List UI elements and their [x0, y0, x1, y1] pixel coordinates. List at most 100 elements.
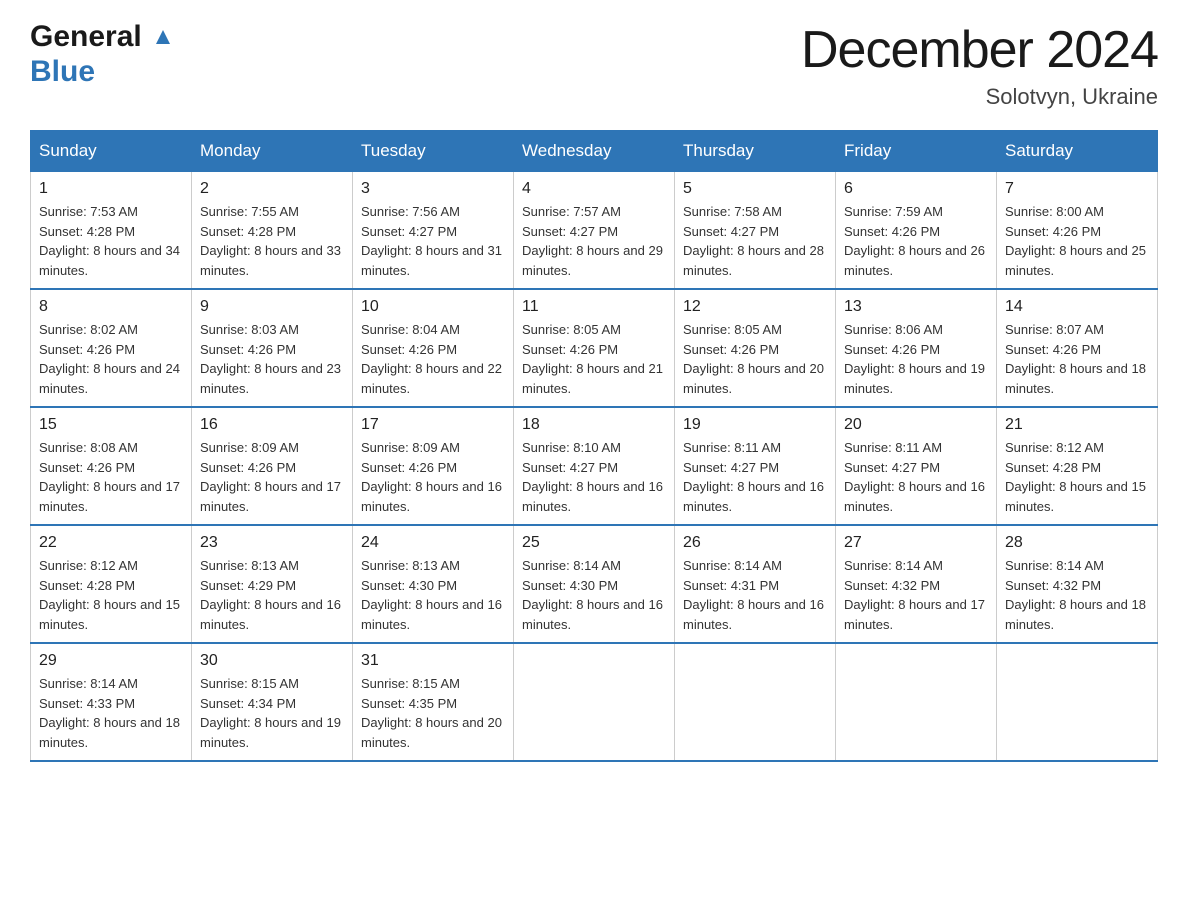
day-info: Sunrise: 7:53 AMSunset: 4:28 PMDaylight:…: [39, 204, 180, 278]
day-number: 18: [522, 416, 666, 434]
calendar-body: 1 Sunrise: 7:53 AMSunset: 4:28 PMDayligh…: [31, 172, 1158, 762]
day-number: 19: [683, 416, 827, 434]
day-number: 24: [361, 534, 505, 552]
calendar-cell: 16 Sunrise: 8:09 AMSunset: 4:26 PMDaylig…: [192, 407, 353, 525]
day-info: Sunrise: 8:14 AMSunset: 4:31 PMDaylight:…: [683, 558, 824, 632]
day-number: 6: [844, 180, 988, 198]
calendar-cell: 3 Sunrise: 7:56 AMSunset: 4:27 PMDayligh…: [353, 172, 514, 290]
day-number: 29: [39, 652, 183, 670]
page-header: General Blue December 2024 Solotvyn, Ukr…: [30, 20, 1158, 110]
day-info: Sunrise: 7:59 AMSunset: 4:26 PMDaylight:…: [844, 204, 985, 278]
calendar-cell: 26 Sunrise: 8:14 AMSunset: 4:31 PMDaylig…: [675, 525, 836, 643]
weekday-sunday: Sunday: [31, 131, 192, 172]
weekday-saturday: Saturday: [997, 131, 1158, 172]
logo-general-text: General: [30, 20, 174, 55]
calendar-cell: 13 Sunrise: 8:06 AMSunset: 4:26 PMDaylig…: [836, 289, 997, 407]
day-number: 4: [522, 180, 666, 198]
calendar-cell: 20 Sunrise: 8:11 AMSunset: 4:27 PMDaylig…: [836, 407, 997, 525]
day-info: Sunrise: 8:05 AMSunset: 4:26 PMDaylight:…: [683, 322, 824, 396]
day-info: Sunrise: 8:15 AMSunset: 4:34 PMDaylight:…: [200, 676, 341, 750]
day-info: Sunrise: 8:12 AMSunset: 4:28 PMDaylight:…: [1005, 440, 1146, 514]
calendar-cell: 30 Sunrise: 8:15 AMSunset: 4:34 PMDaylig…: [192, 643, 353, 761]
day-info: Sunrise: 8:09 AMSunset: 4:26 PMDaylight:…: [200, 440, 341, 514]
day-number: 13: [844, 298, 988, 316]
calendar-cell: [836, 643, 997, 761]
day-number: 30: [200, 652, 344, 670]
day-info: Sunrise: 8:03 AMSunset: 4:26 PMDaylight:…: [200, 322, 341, 396]
calendar-cell: 2 Sunrise: 7:55 AMSunset: 4:28 PMDayligh…: [192, 172, 353, 290]
day-info: Sunrise: 7:55 AMSunset: 4:28 PMDaylight:…: [200, 204, 341, 278]
calendar-cell: 4 Sunrise: 7:57 AMSunset: 4:27 PMDayligh…: [514, 172, 675, 290]
logo-blue-text: Blue: [30, 55, 174, 88]
day-info: Sunrise: 8:00 AMSunset: 4:26 PMDaylight:…: [1005, 204, 1146, 278]
day-info: Sunrise: 8:02 AMSunset: 4:26 PMDaylight:…: [39, 322, 180, 396]
calendar-cell: 28 Sunrise: 8:14 AMSunset: 4:32 PMDaylig…: [997, 525, 1158, 643]
day-number: 9: [200, 298, 344, 316]
calendar-cell: 19 Sunrise: 8:11 AMSunset: 4:27 PMDaylig…: [675, 407, 836, 525]
day-number: 23: [200, 534, 344, 552]
calendar-cell: 24 Sunrise: 8:13 AMSunset: 4:30 PMDaylig…: [353, 525, 514, 643]
day-number: 11: [522, 298, 666, 316]
day-number: 1: [39, 180, 183, 198]
calendar-cell: 25 Sunrise: 8:14 AMSunset: 4:30 PMDaylig…: [514, 525, 675, 643]
day-number: 22: [39, 534, 183, 552]
calendar-cell: 14 Sunrise: 8:07 AMSunset: 4:26 PMDaylig…: [997, 289, 1158, 407]
day-number: 2: [200, 180, 344, 198]
calendar-cell: 12 Sunrise: 8:05 AMSunset: 4:26 PMDaylig…: [675, 289, 836, 407]
day-info: Sunrise: 8:14 AMSunset: 4:32 PMDaylight:…: [1005, 558, 1146, 632]
calendar-cell: 11 Sunrise: 8:05 AMSunset: 4:26 PMDaylig…: [514, 289, 675, 407]
day-number: 5: [683, 180, 827, 198]
calendar-week-5: 29 Sunrise: 8:14 AMSunset: 4:33 PMDaylig…: [31, 643, 1158, 761]
day-info: Sunrise: 8:15 AMSunset: 4:35 PMDaylight:…: [361, 676, 502, 750]
calendar-cell: 9 Sunrise: 8:03 AMSunset: 4:26 PMDayligh…: [192, 289, 353, 407]
month-title: December 2024: [801, 20, 1158, 80]
day-info: Sunrise: 8:04 AMSunset: 4:26 PMDaylight:…: [361, 322, 502, 396]
weekday-friday: Friday: [836, 131, 997, 172]
logo: General Blue: [30, 20, 174, 88]
weekday-wednesday: Wednesday: [514, 131, 675, 172]
day-number: 28: [1005, 534, 1149, 552]
day-info: Sunrise: 8:10 AMSunset: 4:27 PMDaylight:…: [522, 440, 663, 514]
weekday-thursday: Thursday: [675, 131, 836, 172]
day-number: 16: [200, 416, 344, 434]
calendar-cell: 22 Sunrise: 8:12 AMSunset: 4:28 PMDaylig…: [31, 525, 192, 643]
day-info: Sunrise: 8:13 AMSunset: 4:30 PMDaylight:…: [361, 558, 502, 632]
calendar-week-2: 8 Sunrise: 8:02 AMSunset: 4:26 PMDayligh…: [31, 289, 1158, 407]
calendar-cell: 6 Sunrise: 7:59 AMSunset: 4:26 PMDayligh…: [836, 172, 997, 290]
day-number: 17: [361, 416, 505, 434]
calendar-cell: 1 Sunrise: 7:53 AMSunset: 4:28 PMDayligh…: [31, 172, 192, 290]
day-number: 14: [1005, 298, 1149, 316]
day-number: 10: [361, 298, 505, 316]
calendar-cell: 10 Sunrise: 8:04 AMSunset: 4:26 PMDaylig…: [353, 289, 514, 407]
weekday-monday: Monday: [192, 131, 353, 172]
day-number: 25: [522, 534, 666, 552]
calendar-cell: 5 Sunrise: 7:58 AMSunset: 4:27 PMDayligh…: [675, 172, 836, 290]
day-number: 7: [1005, 180, 1149, 198]
logo-triangle-icon: [152, 26, 174, 48]
day-info: Sunrise: 7:58 AMSunset: 4:27 PMDaylight:…: [683, 204, 824, 278]
day-number: 21: [1005, 416, 1149, 434]
day-number: 27: [844, 534, 988, 552]
calendar-week-1: 1 Sunrise: 7:53 AMSunset: 4:28 PMDayligh…: [31, 172, 1158, 290]
day-info: Sunrise: 8:11 AMSunset: 4:27 PMDaylight:…: [683, 440, 824, 514]
day-number: 26: [683, 534, 827, 552]
calendar-cell: 31 Sunrise: 8:15 AMSunset: 4:35 PMDaylig…: [353, 643, 514, 761]
day-info: Sunrise: 8:12 AMSunset: 4:28 PMDaylight:…: [39, 558, 180, 632]
title-area: December 2024 Solotvyn, Ukraine: [801, 20, 1158, 110]
day-info: Sunrise: 8:09 AMSunset: 4:26 PMDaylight:…: [361, 440, 502, 514]
calendar-cell: [675, 643, 836, 761]
day-info: Sunrise: 8:06 AMSunset: 4:26 PMDaylight:…: [844, 322, 985, 396]
day-number: 8: [39, 298, 183, 316]
calendar-week-4: 22 Sunrise: 8:12 AMSunset: 4:28 PMDaylig…: [31, 525, 1158, 643]
day-info: Sunrise: 8:14 AMSunset: 4:32 PMDaylight:…: [844, 558, 985, 632]
day-info: Sunrise: 8:13 AMSunset: 4:29 PMDaylight:…: [200, 558, 341, 632]
calendar-cell: 7 Sunrise: 8:00 AMSunset: 4:26 PMDayligh…: [997, 172, 1158, 290]
day-number: 15: [39, 416, 183, 434]
day-info: Sunrise: 8:08 AMSunset: 4:26 PMDaylight:…: [39, 440, 180, 514]
calendar-cell: [514, 643, 675, 761]
calendar-table: SundayMondayTuesdayWednesdayThursdayFrid…: [30, 130, 1158, 762]
calendar-cell: 23 Sunrise: 8:13 AMSunset: 4:29 PMDaylig…: [192, 525, 353, 643]
calendar-cell: 21 Sunrise: 8:12 AMSunset: 4:28 PMDaylig…: [997, 407, 1158, 525]
day-number: 31: [361, 652, 505, 670]
calendar-header: SundayMondayTuesdayWednesdayThursdayFrid…: [31, 131, 1158, 172]
